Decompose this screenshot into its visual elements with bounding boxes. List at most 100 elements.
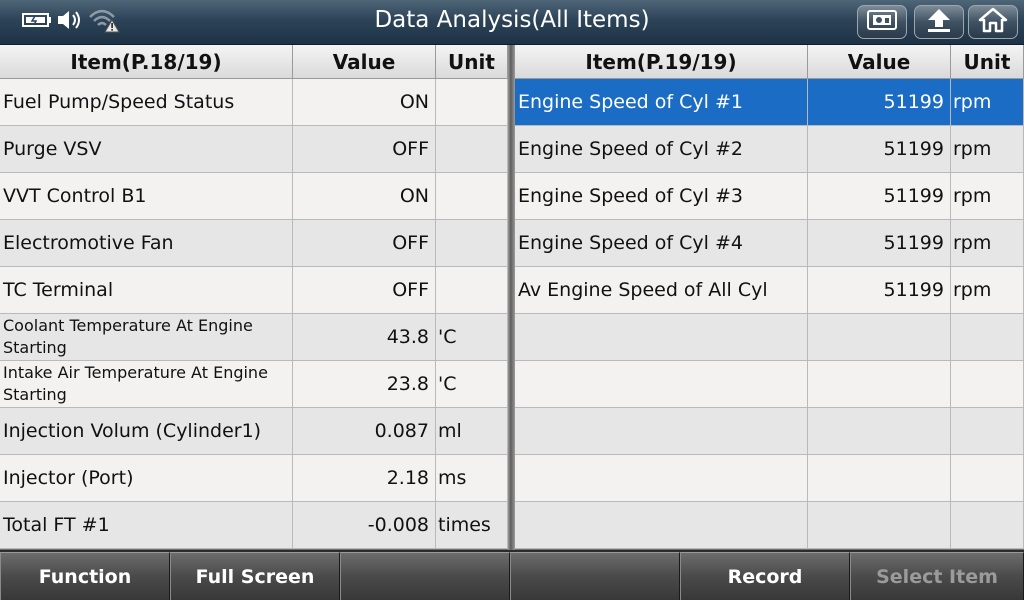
column-header-unit: Unit (951, 45, 1024, 79)
table-row[interactable]: Engine Speed of Cyl #4 51199 rpm (515, 220, 1024, 267)
row-item: Coolant Temperature At Engine Starting (0, 314, 293, 361)
row-item: VVT Control B1 (0, 173, 293, 220)
row-unit (436, 220, 508, 267)
row-unit: rpm (951, 173, 1024, 220)
right-table-header: Item(P.19/19) Value Unit (515, 45, 1024, 79)
bottom-toolbar: Function Full Screen Record Select Item (0, 550, 1024, 600)
row-item: Fuel Pump/Speed Status (0, 79, 293, 126)
table-row[interactable]: Electromotive Fan OFF (0, 220, 508, 267)
row-unit (951, 361, 1024, 408)
table-row[interactable]: Fuel Pump/Speed Status ON (0, 79, 508, 126)
row-item: Intake Air Temperature At Engine Startin… (0, 361, 293, 408)
row-value: OFF (293, 126, 436, 173)
row-unit (436, 126, 508, 173)
function-button[interactable]: Function (0, 552, 170, 600)
row-item: Electromotive Fan (0, 220, 293, 267)
row-item (515, 455, 808, 502)
row-unit (436, 267, 508, 314)
row-item (515, 408, 808, 455)
row-item: Injector (Port) (0, 455, 293, 502)
row-unit: 'C (436, 361, 508, 408)
row-value (808, 361, 951, 408)
column-header-value: Value (293, 45, 436, 79)
row-item: Purge VSV (0, 126, 293, 173)
row-value (808, 502, 951, 549)
row-value (808, 455, 951, 502)
record-button[interactable]: Record (680, 552, 850, 600)
table-row[interactable]: Total FT #1 -0.008 times (0, 502, 508, 549)
table-row[interactable]: VVT Control B1 ON (0, 173, 508, 220)
row-value: ON (293, 173, 436, 220)
row-item: Engine Speed of Cyl #3 (515, 173, 808, 220)
row-value: 51199 (808, 267, 951, 314)
table-row-empty (515, 361, 1024, 408)
row-item (515, 361, 808, 408)
table-row-selected[interactable]: Engine Speed of Cyl #1 51199 rpm (515, 79, 1024, 126)
row-unit: rpm (951, 220, 1024, 267)
column-header-unit: Unit (436, 45, 508, 79)
screenshot-button[interactable] (857, 5, 907, 39)
left-table-header: Item(P.18/19) Value Unit (0, 45, 508, 79)
row-unit: ml (436, 408, 508, 455)
row-value: OFF (293, 267, 436, 314)
table-row[interactable]: Injection Volum (Cylinder1) 0.087 ml (0, 408, 508, 455)
table-row[interactable]: Injector (Port) 2.18 ms (0, 455, 508, 502)
row-value: OFF (293, 220, 436, 267)
column-header-value: Value (808, 45, 951, 79)
select-item-button[interactable]: Select Item (850, 552, 1024, 600)
table-row-empty (515, 408, 1024, 455)
table-row[interactable]: Purge VSV OFF (0, 126, 508, 173)
row-item: Av Engine Speed of All Cyl (515, 267, 808, 314)
row-item (515, 314, 808, 361)
empty-button-2[interactable] (510, 552, 680, 600)
table-row-empty (515, 455, 1024, 502)
row-unit: rpm (951, 126, 1024, 173)
home-button[interactable] (968, 5, 1018, 39)
row-value: ON (293, 79, 436, 126)
row-value: 0.087 (293, 408, 436, 455)
table-row[interactable]: Av Engine Speed of All Cyl 51199 rpm (515, 267, 1024, 314)
row-unit: rpm (951, 79, 1024, 126)
row-unit: 'C (436, 314, 508, 361)
full-screen-button[interactable]: Full Screen (170, 552, 340, 600)
empty-button-1[interactable] (340, 552, 510, 600)
row-value: 43.8 (293, 314, 436, 361)
table-row[interactable]: TC Terminal OFF (0, 267, 508, 314)
right-data-table: Item(P.19/19) Value Unit Engine Speed of… (515, 45, 1024, 549)
row-unit (436, 79, 508, 126)
table-row[interactable]: Engine Speed of Cyl #3 51199 rpm (515, 173, 1024, 220)
row-value: 51199 (808, 173, 951, 220)
row-item: Engine Speed of Cyl #1 (515, 79, 808, 126)
row-value (808, 314, 951, 361)
table-row-empty (515, 314, 1024, 361)
row-unit (951, 455, 1024, 502)
row-unit: times (436, 502, 508, 549)
row-item (515, 502, 808, 549)
row-unit (951, 502, 1024, 549)
row-unit (436, 173, 508, 220)
row-unit: ms (436, 455, 508, 502)
left-data-table: Item(P.18/19) Value Unit Fuel Pump/Speed… (0, 45, 508, 549)
upload-icon (924, 7, 954, 37)
upload-button[interactable] (914, 5, 964, 39)
row-item: Total FT #1 (0, 502, 293, 549)
row-unit (951, 408, 1024, 455)
home-icon (978, 7, 1008, 37)
row-item: Injection Volum (Cylinder1) (0, 408, 293, 455)
row-item: Engine Speed of Cyl #2 (515, 126, 808, 173)
row-value: 51199 (808, 79, 951, 126)
row-item: TC Terminal (0, 267, 293, 314)
row-value (808, 408, 951, 455)
table-divider (508, 45, 515, 550)
row-value: 2.18 (293, 455, 436, 502)
table-row[interactable]: Intake Air Temperature At Engine Startin… (0, 361, 508, 408)
table-row[interactable]: Coolant Temperature At Engine Starting 4… (0, 314, 508, 361)
row-unit (951, 314, 1024, 361)
title-bar: Data Analysis(All Items) (0, 0, 1024, 45)
screenshot-icon (866, 8, 898, 36)
row-value: 23.8 (293, 361, 436, 408)
row-value: 51199 (808, 220, 951, 267)
table-row[interactable]: Engine Speed of Cyl #2 51199 rpm (515, 126, 1024, 173)
row-value: 51199 (808, 126, 951, 173)
row-value: -0.008 (293, 502, 436, 549)
